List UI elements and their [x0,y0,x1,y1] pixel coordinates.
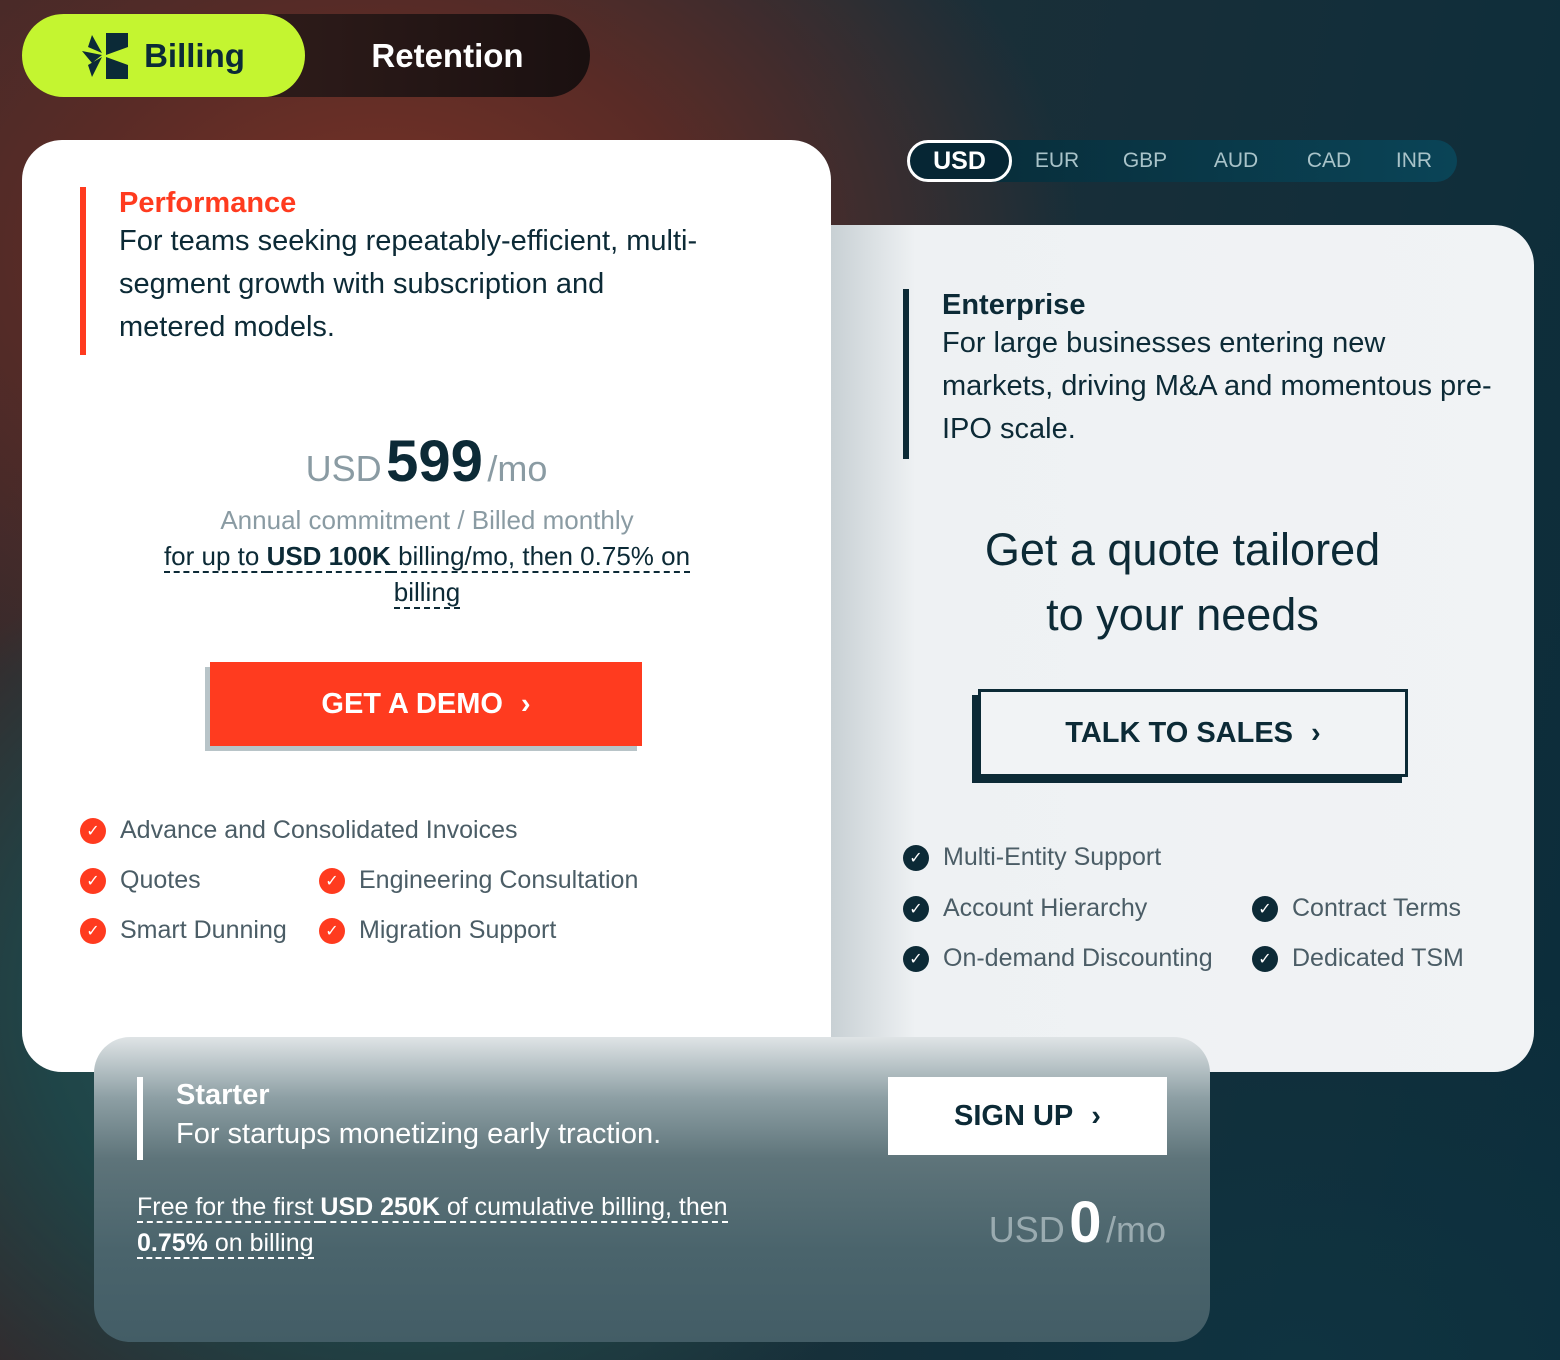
note-bold: USD 100K [266,541,391,573]
tab-retention[interactable]: Retention [305,14,590,97]
product-tabs: Billing Retention [22,14,590,97]
talk-to-sales-button[interactable]: TALK TO SALES › [978,689,1408,777]
feature-label: Multi-Entity Support [943,843,1162,871]
check-icon: ✓ [903,844,929,871]
note-bold: 0.75% [137,1229,208,1259]
check-icon: ✓ [903,895,929,922]
quote-line-2: to your needs [1046,589,1319,640]
currency-gbp[interactable]: GBP [1102,149,1188,173]
currency-aud[interactable]: AUD [1188,149,1284,173]
performance-title: Performance [119,187,297,219]
check-icon: ✓ [319,867,345,894]
note-bold: USD 250K [320,1193,440,1223]
feature-label: Account Hierarchy [943,894,1148,922]
enterprise-header: Enterprise For large businesses entering… [903,289,1503,459]
feature-item: ✓ Migration Support [319,916,556,945]
enterprise-card: Enterprise For large businesses entering… [831,225,1534,1072]
note-text: billing/mo, then 0.75% on billing [390,541,691,609]
price-currency: USD [988,1209,1065,1250]
check-icon: ✓ [80,817,106,844]
starter-description: For startups monetizing early traction. [176,1118,662,1150]
tab-retention-label: Retention [371,36,524,74]
tab-billing[interactable]: Billing [22,14,305,97]
chevron-right-icon: › [520,687,531,720]
enterprise-title: Enterprise [942,289,1086,321]
check-icon: ✓ [1252,895,1278,922]
chargebee-logo-icon [82,32,129,79]
feature-label: Advance and Consolidated Invoices [120,816,518,844]
price-period: /mo [1105,1209,1166,1250]
get-demo-label: GET A DEMO [321,687,503,720]
price-period: /mo [487,448,548,489]
currency-selector: USD EUR GBP AUD CAD INR [907,140,1457,182]
check-icon: ✓ [903,945,929,972]
feature-label: Migration Support [359,916,557,944]
feature-item: ✓ Quotes [80,866,201,895]
feature-label: Contract Terms [1292,894,1462,922]
check-icon: ✓ [1252,945,1278,972]
enterprise-description: For large businesses entering new market… [942,327,1492,445]
performance-price: USD 599 /mo [22,428,831,495]
sign-up-button[interactable]: SIGN UP › [888,1077,1167,1155]
currency-inr[interactable]: INR [1374,149,1454,173]
feature-label: Engineering Consultation [359,866,639,894]
price-currency: USD [305,448,382,489]
talk-to-sales-label: TALK TO SALES [1065,716,1294,749]
starter-note: Free for the first USD 250K of cumulativ… [137,1189,777,1261]
feature-label: Dedicated TSM [1292,944,1464,972]
note-text: on billing [207,1229,314,1259]
performance-header: Performance For teams seeking repeatably… [80,187,700,355]
currency-eur[interactable]: EUR [1012,149,1102,173]
starter-card: Starter For startups monetizing early tr… [94,1037,1210,1342]
starter-price: USD 0 /mo [989,1189,1166,1256]
feature-label: Quotes [120,866,201,894]
starter-header: Starter For startups monetizing early tr… [137,1077,837,1160]
feature-item: ✓ Contract Terms [1252,894,1461,923]
check-icon: ✓ [80,917,106,944]
feature-item: ✓ Advance and Consolidated Invoices [80,816,518,845]
quote-line-1: Get a quote tailored [984,524,1381,575]
feature-label: Smart Dunning [120,916,287,944]
tab-billing-label: Billing [144,36,245,74]
note-text: of cumulative billing, then [439,1193,728,1223]
price-amount: 0 [1069,1190,1102,1255]
performance-card: Performance For teams seeking repeatably… [22,140,831,1072]
currency-usd[interactable]: USD [907,140,1012,182]
feature-item: ✓ Dedicated TSM [1252,944,1464,973]
performance-description: For teams seeking repeatably-efficient, … [119,225,698,343]
check-icon: ✓ [80,867,106,894]
note-text: Free for the first [137,1193,321,1223]
feature-item: ✓ Smart Dunning [80,916,287,945]
feature-item: ✓ Engineering Consultation [319,866,638,895]
feature-label: On-demand Discounting [943,944,1213,972]
feature-item: ✓ Account Hierarchy [903,894,1147,923]
note-text: for up to [163,541,267,573]
price-amount: 599 [386,429,483,494]
currency-cad[interactable]: CAD [1284,149,1374,173]
get-demo-button[interactable]: GET A DEMO › [210,662,642,746]
pricing-note: Annual commitment / Billed monthly for u… [142,502,712,610]
chevron-right-icon: › [1091,1099,1101,1132]
check-icon: ✓ [319,917,345,944]
feature-item: ✓ On-demand Discounting [903,944,1213,973]
sign-up-label: SIGN UP [954,1099,1074,1132]
chevron-right-icon: › [1311,716,1321,749]
commitment-text: Annual commitment / Billed monthly [220,505,634,535]
feature-item: ✓ Multi-Entity Support [903,843,1161,872]
starter-title: Starter [176,1079,270,1111]
